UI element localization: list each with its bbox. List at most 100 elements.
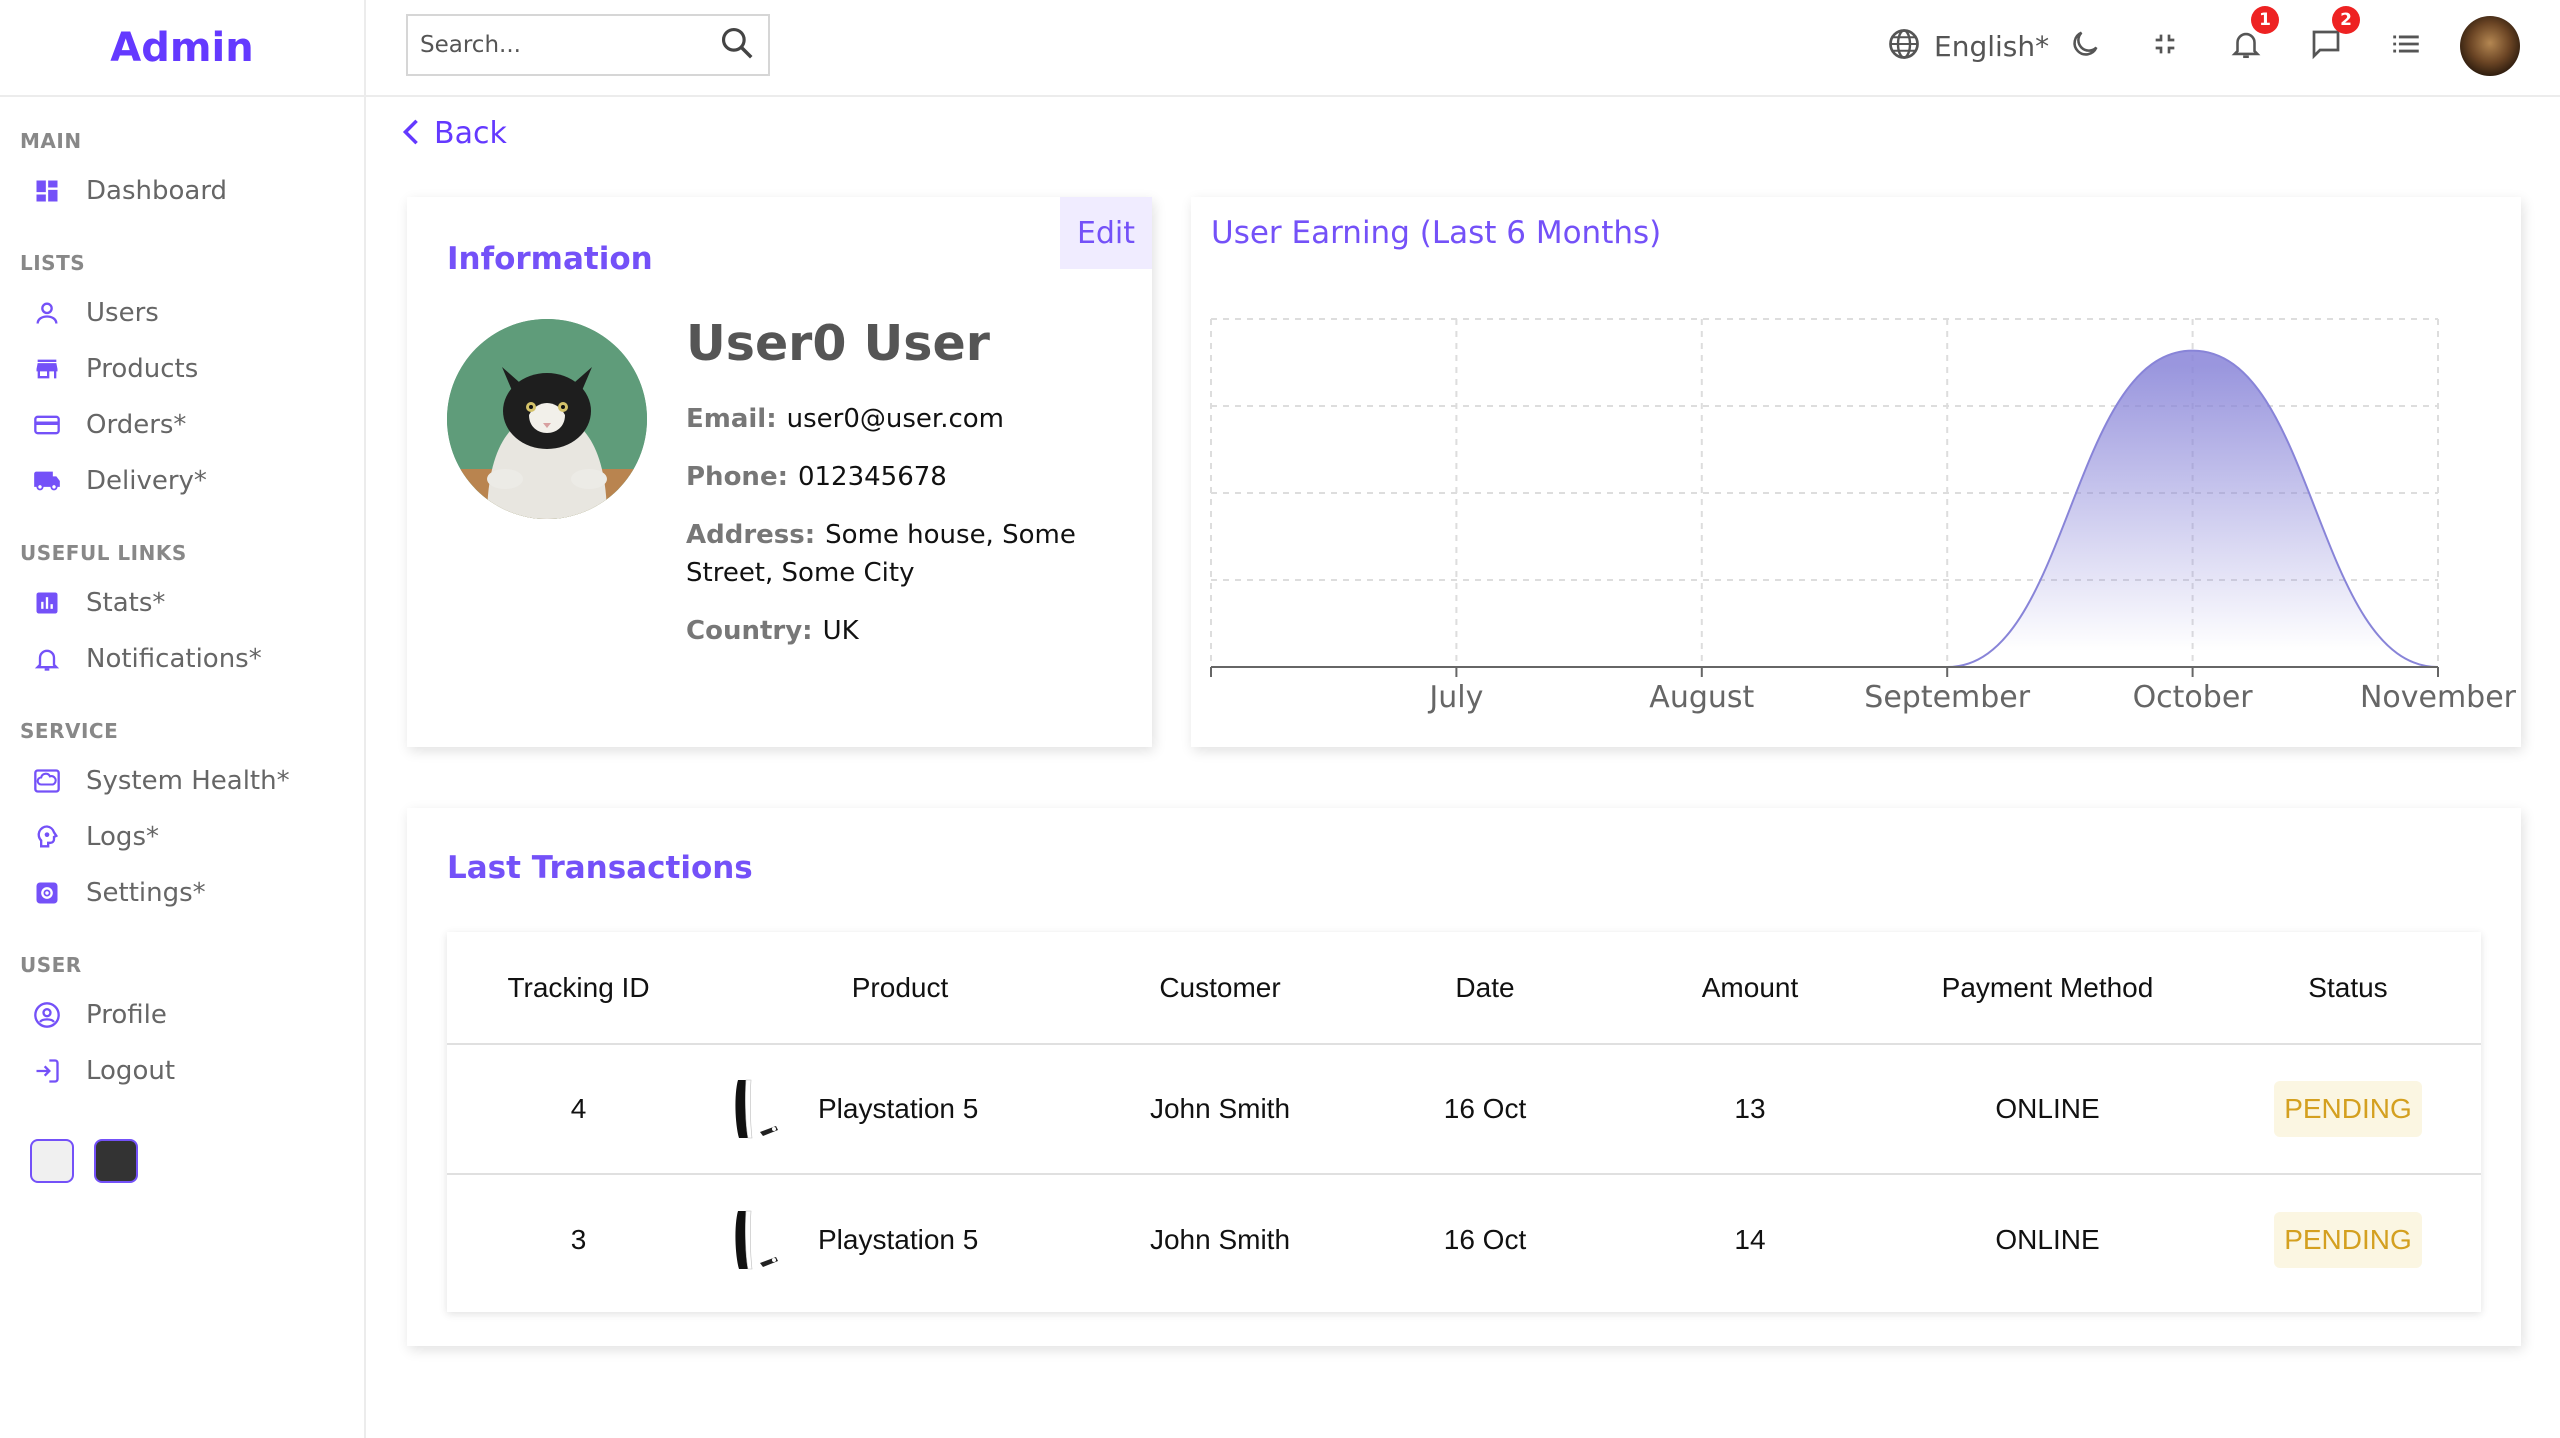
fullscreen-exit-icon (2149, 28, 2181, 64)
column-header[interactable]: Date (1350, 932, 1620, 1045)
date-cell: 16 Oct (1443, 1223, 1527, 1255)
dark-mode-toggle[interactable] (2068, 20, 2102, 72)
phone-row: Phone: 012345678 (686, 458, 1116, 496)
tracking-id-cell: 4 (447, 1044, 710, 1175)
x-tick-label: August (1649, 680, 1754, 715)
column-header[interactable]: Amount (1620, 932, 1880, 1045)
sidebar-item-label: Logout (86, 1056, 176, 1086)
product-cell: Playstation 5 (710, 1044, 1090, 1175)
brain-icon (32, 822, 62, 852)
logo-container: Admin (0, 0, 364, 97)
section-title-main: MAIN (20, 129, 82, 153)
section-title-user: USER (20, 953, 82, 977)
table-row[interactable]: 3 Playstation 5 John Smith 16 Oct 14 ONL… (447, 1174, 2481, 1304)
transactions-card: Last Transactions Tracking ID Product Cu… (407, 808, 2521, 1346)
section-title-service: SERVICE (20, 719, 119, 743)
sidebar-item-label: Settings* (86, 878, 206, 908)
sidebar-item-logout[interactable]: Logout (0, 1043, 364, 1099)
sidebar-item-profile[interactable]: Profile (0, 987, 364, 1043)
sidebar-item-label: System Health* (86, 766, 290, 796)
notifications-badge: 1 (2251, 6, 2279, 34)
status-badge: PENDING (2274, 1081, 2422, 1137)
sidebar-item-users[interactable]: Users (0, 285, 364, 341)
cat-photo (447, 319, 647, 519)
product-name: Playstation 5 (818, 1223, 979, 1255)
moon-icon (2068, 27, 2102, 65)
sidebar: Admin MAIN Dashboard LISTS Users Product… (0, 0, 366, 1438)
customer-cell: John Smith (1090, 1044, 1350, 1175)
country-key: Country: (686, 616, 813, 646)
product-thumbnail (735, 1079, 778, 1139)
sidebar-item-products[interactable]: Products (0, 341, 364, 397)
sidebar-item-label: Stats* (86, 588, 166, 618)
x-tick-label: July (1427, 680, 1483, 715)
sidebar-item-delivery[interactable]: Delivery* (0, 453, 364, 509)
list-menu-button[interactable] (2389, 20, 2423, 72)
email-value: user0@user.com (786, 404, 1004, 434)
information-title: Information (447, 241, 653, 277)
truck-icon (32, 466, 62, 496)
back-label: Back (434, 116, 507, 151)
sidebar-item-dashboard[interactable]: Dashboard (0, 163, 364, 219)
list-icon (2389, 27, 2423, 65)
status-badge: PENDING (2274, 1211, 2422, 1268)
notifications-button[interactable]: 1 (2229, 6, 2279, 72)
product-cell: Playstation 5 (710, 1174, 1090, 1304)
account-circle-icon (32, 1000, 62, 1030)
country-row: Country: UK (686, 612, 1116, 650)
store-icon (32, 354, 62, 384)
back-link[interactable]: Back (402, 116, 507, 151)
sidebar-item-label: Users (86, 298, 159, 328)
status-cell: PENDING (2215, 1044, 2481, 1175)
transactions-title: Last Transactions (447, 850, 753, 886)
language-label: English* (1934, 29, 2050, 63)
edit-button[interactable]: Edit (1060, 197, 1152, 269)
email-row: Email: user0@user.com (686, 400, 1116, 438)
sidebar-item-notifications[interactable]: Notifications* (0, 631, 364, 687)
fullscreen-exit-button[interactable] (2149, 20, 2181, 72)
user-avatar[interactable] (2460, 16, 2520, 76)
sidebar-item-settings[interactable]: Settings* (0, 865, 364, 921)
sidebar-item-label: Profile (86, 1000, 167, 1030)
globe-icon (1886, 26, 1922, 66)
customer-cell: John Smith (1149, 1223, 1291, 1255)
sidebar-item-stats[interactable]: Stats* (0, 575, 364, 631)
column-header[interactable]: Tracking ID (447, 932, 710, 1045)
person-icon (32, 298, 62, 328)
section-title-lists: LISTS (20, 251, 86, 275)
status-cell: PENDING (2215, 1174, 2481, 1304)
dark-theme-option[interactable] (94, 1139, 138, 1183)
payment-method-cell: ONLINE (1995, 1223, 2100, 1255)
country-value: UK (822, 616, 859, 646)
messages-button[interactable]: 2 (2308, 6, 2360, 72)
sidebar-item-label: Notifications* (86, 644, 262, 674)
sidebar-item-system-health[interactable]: System Health* (0, 753, 364, 809)
product-thumbnail (735, 1210, 778, 1269)
topbar: English* 1 2 (366, 0, 2560, 97)
sidebar-item-label: Logs* (86, 822, 159, 852)
search-input[interactable] (420, 32, 718, 58)
email-key: Email: (686, 404, 777, 434)
app-logo[interactable]: Admin (110, 25, 253, 71)
search-box (406, 14, 770, 76)
address-key: Address: (686, 520, 816, 550)
column-header[interactable]: Status (2215, 932, 2481, 1045)
column-header[interactable]: Product (710, 932, 1090, 1045)
bell-icon (32, 644, 62, 674)
sidebar-item-label: Products (86, 354, 199, 384)
user-photo (447, 319, 647, 519)
sidebar-item-label: Delivery* (86, 466, 207, 496)
amount-cell: 14 (1734, 1223, 1766, 1255)
chevron-left-icon (402, 118, 420, 150)
messages-badge: 2 (2332, 6, 2360, 34)
sidebar-item-orders[interactable]: Orders* (0, 397, 364, 453)
column-header[interactable]: Customer (1090, 932, 1350, 1045)
user-details: User0 User Email: user0@user.com Phone: 01… (686, 315, 1116, 670)
table-row[interactable]: 4 Playstation 5 John Smith 16 Oct 13 ONL… (447, 1044, 2481, 1175)
user-name: User0 User (686, 315, 990, 372)
search-icon[interactable] (718, 24, 756, 66)
column-header[interactable]: Payment Method (1880, 932, 2215, 1045)
language-selector[interactable]: English* (1886, 20, 2049, 72)
sidebar-item-logs[interactable]: Logs* (0, 809, 364, 865)
light-theme-option[interactable] (30, 1139, 74, 1183)
